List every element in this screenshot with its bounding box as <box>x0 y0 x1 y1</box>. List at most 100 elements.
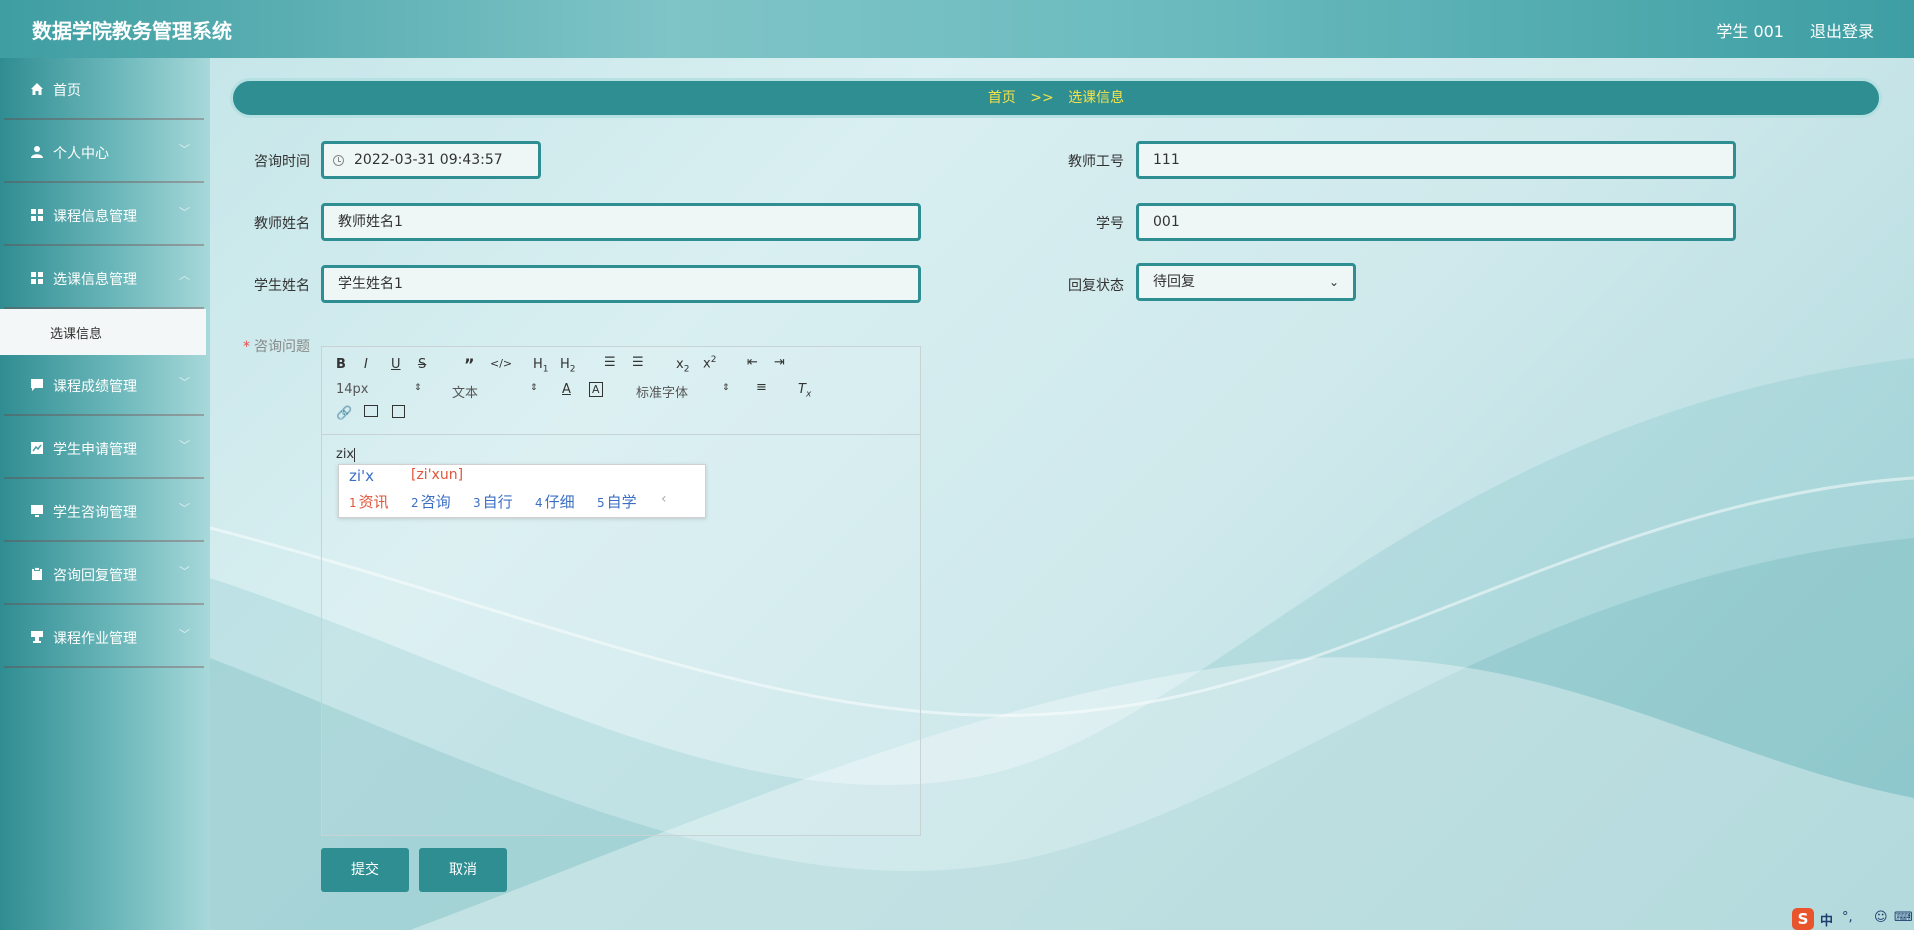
sidebar-item-label: 课程成绩管理 <box>53 379 137 395</box>
chevron-down-icon: ﹀ <box>179 206 190 219</box>
block-type-value: 文本 <box>452 386 479 401</box>
heading2-icon[interactable]: H2 <box>560 357 576 375</box>
chevron-down-icon: ﹀ <box>179 439 190 452</box>
ime-hint: [zi'xun] <box>411 467 464 483</box>
sidebar-item-student-application[interactable]: 学生申请管理 ﹀ <box>4 419 204 479</box>
monitor-icon <box>31 505 43 517</box>
bullet-list-icon[interactable]: ☰ <box>632 355 644 370</box>
logout-link[interactable]: 退出登录 <box>1810 18 1874 42</box>
student-no-value: 001 <box>1153 214 1180 230</box>
bold-icon[interactable]: B <box>336 357 346 372</box>
ime-candidate[interactable]: 1 资讯 <box>349 491 389 512</box>
consult-time-field[interactable]: 2022-03-31 09:43:57 <box>321 141 541 179</box>
image-icon[interactable] <box>364 405 378 417</box>
editor-toolbar: B I U S ” </> H1 H2 ☰ ☰ x2 x2 ⇤ ⇥ 14px ⇕… <box>322 347 920 435</box>
ordered-list-icon[interactable]: ☰ <box>604 355 616 370</box>
ime-candidate[interactable]: 3 自行 <box>473 491 513 512</box>
reply-status-label: 回复状态 <box>1068 278 1124 294</box>
teacher-name-field[interactable]: 教师姓名1 <box>321 203 921 241</box>
submit-button[interactable]: 提交 <box>321 848 409 892</box>
font-color-icon[interactable]: A <box>562 382 571 397</box>
student-no-field[interactable]: 001 <box>1136 203 1736 241</box>
reply-status-select[interactable]: 待回复 ⌄ <box>1136 263 1356 301</box>
teacher-id-field[interactable]: 111 <box>1136 141 1736 179</box>
subscript-icon[interactable]: x2 <box>676 357 689 375</box>
home-icon <box>31 83 43 95</box>
required-marker: * <box>243 339 250 355</box>
ime-punctuation-toggle[interactable]: °, <box>1842 910 1853 925</box>
consult-time-label: 咨询时间 <box>254 154 310 170</box>
superscript-icon[interactable]: x2 <box>703 355 716 371</box>
breadcrumb: 首页 >> 选课信息 <box>230 78 1882 118</box>
rich-text-editor[interactable]: B I U S ” </> H1 H2 ☰ ☰ x2 x2 ⇤ ⇥ 14px ⇕… <box>321 346 921 836</box>
chevron-down-icon: ﹀ <box>179 628 190 641</box>
font-family-select[interactable]: 标准字体 ⇕ <box>636 382 730 401</box>
clear-format-icon[interactable]: Tx <box>798 382 811 400</box>
current-user[interactable]: 学生 001 <box>1716 18 1784 42</box>
cancel-button[interactable]: 取消 <box>419 848 507 892</box>
code-icon[interactable]: </> <box>490 357 512 370</box>
block-type-select[interactable]: 文本 ⇕ <box>452 382 538 401</box>
strikethrough-icon[interactable]: S <box>418 357 426 372</box>
updown-icon: ⇕ <box>722 383 730 393</box>
ime-logo-icon[interactable]: S <box>1792 908 1814 930</box>
align-icon[interactable]: ≡ <box>756 380 767 395</box>
ime-language-toggle[interactable]: 中 <box>1820 910 1833 929</box>
teacher-id-label: 教师工号 <box>1068 154 1124 170</box>
sidebar-item-course-selection[interactable]: 选课信息管理 ︿ <box>4 249 204 309</box>
student-no-label: 学号 <box>1096 216 1124 232</box>
link-icon[interactable]: 🔗 <box>336 406 352 421</box>
heading1-icon[interactable]: H1 <box>533 357 549 375</box>
question-label-text: 咨询问题 <box>254 339 310 355</box>
question-label: * 咨询问题 <box>220 336 310 356</box>
reply-status-value: 待回复 <box>1153 274 1195 290</box>
breadcrumb-current: 选课信息 <box>1068 90 1125 106</box>
chevron-left-icon[interactable]: ‹ <box>661 491 667 507</box>
keyboard-icon[interactable]: ⌨ <box>1894 910 1913 925</box>
chevron-down-icon: ﹀ <box>179 376 190 389</box>
font-size-value: 14px <box>336 382 369 397</box>
user-icon <box>31 146 43 158</box>
grid-icon <box>31 209 43 221</box>
indent-icon[interactable]: ⇥ <box>774 355 785 370</box>
sidebar-item-course-homework[interactable]: 课程作业管理 ﹀ <box>4 608 204 668</box>
background-color-icon[interactable]: A <box>589 382 603 397</box>
top-header: 数据学院教务管理系统 学生 001 退出登录 <box>0 0 1914 58</box>
editor-content[interactable]: zix <box>336 447 356 462</box>
breadcrumb-separator: >> <box>1030 90 1054 106</box>
ime-candidate[interactable]: 5 自学 <box>597 491 637 512</box>
teacher-id-value: 111 <box>1153 152 1180 168</box>
ime-tray: S 中 °, ☺ ⌨ <box>1790 908 1914 930</box>
sidebar-item-course-info[interactable]: 课程信息管理 ﹀ <box>4 186 204 246</box>
quote-icon[interactable]: ” <box>464 355 475 374</box>
student-name-label: 学生姓名 <box>254 278 310 294</box>
sidebar-item-label: 选课信息管理 <box>53 272 137 288</box>
chat-icon <box>31 379 43 391</box>
emoji-icon[interactable]: ☺ <box>1874 910 1888 925</box>
sidebar-item-consult-reply[interactable]: 咨询回复管理 ﹀ <box>4 545 204 605</box>
ime-candidate[interactable]: 2 咨询 <box>411 491 451 512</box>
teacher-name-label: 教师姓名 <box>254 216 310 232</box>
sidebar-subitem-label: 选课信息 <box>50 327 103 342</box>
student-name-field[interactable]: 学生姓名1 <box>321 265 921 303</box>
sidebar-item-course-grades[interactable]: 课程成绩管理 ﹀ <box>4 356 204 416</box>
font-family-value: 标准字体 <box>636 386 689 401</box>
text-caret <box>354 447 356 462</box>
underline-icon[interactable]: U <box>391 357 401 372</box>
video-icon[interactable] <box>392 405 405 418</box>
sidebar-item-home[interactable]: 首页 <box>4 60 204 120</box>
teacher-name-value: 教师姓名1 <box>338 214 403 230</box>
font-size-select[interactable]: 14px ⇕ <box>336 382 422 397</box>
stamp-icon <box>31 631 43 643</box>
sidebar-item-student-consult[interactable]: 学生咨询管理 ﹀ <box>4 482 204 542</box>
outdent-icon[interactable]: ⇤ <box>747 355 758 370</box>
ime-candidate[interactable]: 4 仔细 <box>535 491 575 512</box>
consult-time-value: 2022-03-31 09:43:57 <box>354 152 503 168</box>
sidebar-item-label: 咨询回复管理 <box>53 568 137 584</box>
sidebar-item-label: 课程信息管理 <box>53 209 137 225</box>
sidebar-subitem-course-selection-info[interactable]: 选课信息 <box>0 309 206 355</box>
italic-icon[interactable]: I <box>364 357 368 372</box>
app-title: 数据学院教务管理系统 <box>32 19 232 43</box>
breadcrumb-home[interactable]: 首页 <box>988 90 1016 106</box>
sidebar-item-personal-center[interactable]: 个人中心 ﹀ <box>4 123 204 183</box>
